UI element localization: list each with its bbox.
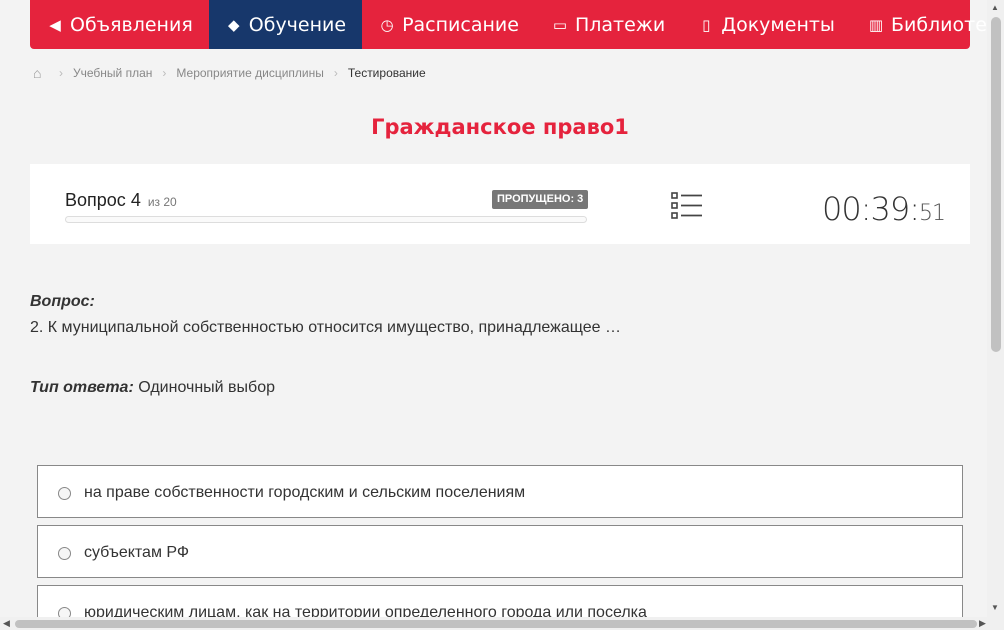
nav-item-learning[interactable]: ◆ Обучение (208, 0, 363, 49)
answer-option[interactable]: на праве собственности городским и сельс… (37, 465, 963, 518)
skipped-badge: ПРОПУЩЕНО: 3 (492, 190, 589, 209)
vertical-scrollbar[interactable]: ▲ ▼ (987, 0, 1004, 617)
graduation-cap-icon: ◆ (227, 15, 240, 34)
main-nav: ◀ Объявления ◆ Обучение ◷ Расписание ▭ П… (30, 0, 1004, 49)
answer-option[interactable]: субъектам РФ (37, 525, 963, 578)
scroll-right-icon[interactable]: ▶ (979, 618, 986, 629)
radio-button[interactable] (58, 487, 71, 500)
megaphone-icon: ◀ (49, 15, 61, 34)
chevron-right-icon: › (333, 66, 338, 80)
breadcrumb: ⌂ › Учебный план › Мероприятие дисциплин… (33, 63, 426, 83)
question-counter: Вопрос 4 из 20 (65, 190, 177, 211)
scrollbar-thumb[interactable] (15, 620, 977, 628)
answer-type: Тип ответа: Одиночный выбор (30, 379, 275, 397)
nav-item-label: Документы (721, 13, 835, 36)
money-icon: ▭ (552, 15, 568, 34)
question-heading: Вопрос: (30, 293, 95, 310)
nav-item-label: Обучение (248, 13, 347, 36)
answer-type-value: Одиночный выбор (138, 379, 275, 396)
page-title: Гражданское право1 (371, 115, 629, 139)
nav-item-label: Платежи (574, 13, 666, 36)
nav-item-documents[interactable]: ▯ Документы (681, 0, 851, 49)
nav-item-schedule[interactable]: ◷ Расписание (362, 0, 535, 49)
clock-icon: ◷ (380, 15, 394, 34)
answer-option-text: субъектам РФ (84, 544, 190, 561)
timer-seconds: 51 (919, 201, 946, 226)
scroll-up-icon[interactable]: ▲ (991, 3, 999, 12)
countdown-timer: 00:39:51 (822, 190, 946, 228)
scroll-left-icon[interactable]: ◀ (3, 618, 10, 629)
progress-bar (65, 216, 587, 223)
document-icon: ▯ (702, 15, 711, 34)
question-total: из 20 (147, 195, 177, 209)
question-list-icon[interactable] (671, 192, 703, 220)
nav-item-label: Расписание (402, 13, 519, 36)
home-icon[interactable]: ⌂ (33, 65, 49, 81)
nav-item-library[interactable]: ▥ Библиотека ﹀ (851, 0, 1004, 49)
scrollbar-thumb[interactable] (991, 17, 1001, 352)
scroll-down-icon[interactable]: ▼ (991, 603, 999, 612)
breadcrumb-link[interactable]: Учебный план (73, 66, 152, 80)
question-word: Вопрос (65, 190, 126, 210)
nav-item-announcements[interactable]: ◀ Объявления (30, 0, 209, 49)
question-number: 4 (130, 190, 141, 210)
book-icon: ▥ (868, 15, 884, 34)
answer-type-label: Тип ответа: (30, 379, 134, 396)
chevron-right-icon: › (162, 66, 167, 80)
nav-item-label: Объявления (70, 13, 193, 36)
test-progress-panel: Вопрос 4 из 20 ПРОПУЩЕНО: 3 00:39:51 (30, 164, 970, 244)
nav-item-payments[interactable]: ▭ Платежи (535, 0, 681, 49)
radio-button[interactable] (58, 547, 71, 560)
horizontal-scrollbar[interactable]: ◀ ▶ (0, 617, 1004, 630)
breadcrumb-current: Тестирование (347, 66, 426, 80)
breadcrumb-link[interactable]: Мероприятие дисциплины (176, 66, 323, 80)
timer-main: 00:39: (822, 190, 920, 228)
question-text: 2. К муниципальной собственностью относи… (30, 319, 621, 336)
chevron-right-icon: › (59, 66, 63, 80)
answer-option-text: на праве собственности городским и сельс… (84, 484, 526, 501)
